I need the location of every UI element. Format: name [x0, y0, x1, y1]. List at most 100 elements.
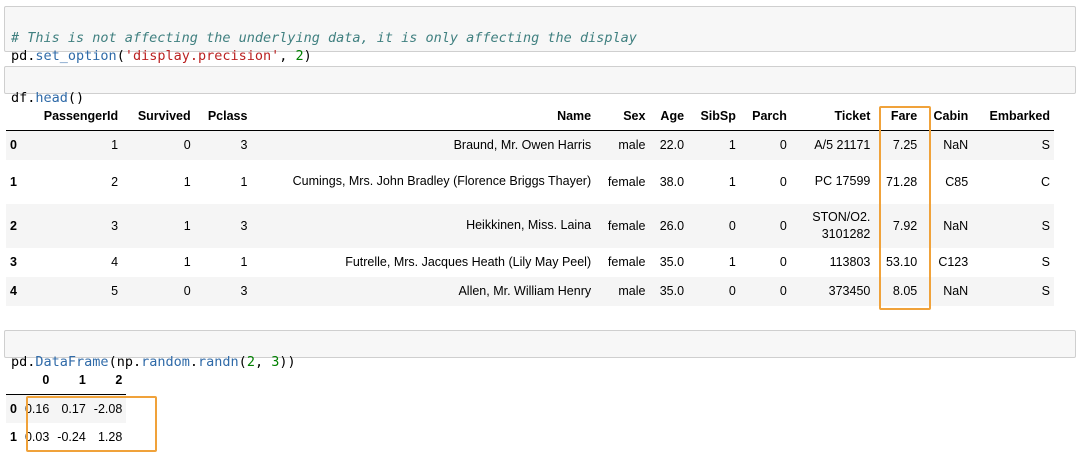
table-cell: 7.92: [892, 218, 918, 233]
code-cell-random-dataframe[interactable]: pd.DataFrame(np.random.randn(2, 3)): [4, 330, 1076, 370]
table-cell: 38.0: [659, 174, 685, 189]
table-cell: 0: [779, 284, 787, 298]
column-header: Sex: [595, 101, 650, 131]
column-header: Survived: [122, 101, 195, 131]
table-cell: 0: [728, 218, 736, 233]
code-token: (: [238, 354, 247, 370]
column-header: 2: [89, 365, 127, 395]
row-index: 0: [10, 401, 17, 416]
table-row: 3 4 1 1 Futrelle, Mrs. Jacques Heath (Lily M…: [6, 248, 1054, 277]
code-comment: # This is not affecting the underlying d…: [11, 30, 637, 46]
code-token: random: [141, 354, 190, 370]
table-cell: 1: [728, 255, 736, 269]
column-header: SibSp: [688, 101, 740, 131]
row-index: 2: [10, 218, 17, 233]
row-index: 1: [10, 429, 17, 444]
code-token: 2: [295, 48, 304, 64]
table-cell: 3: [240, 138, 248, 153]
column-header: 0: [20, 365, 54, 395]
code-token: ): [303, 48, 312, 64]
table-cell: Braund, Mr. Owen Harris: [453, 137, 592, 152]
table-cell: 0: [183, 284, 191, 298]
table-cell: C123: [938, 255, 969, 269]
table-header-row: PassengerId Survived Pclass Name Sex Age SibSp…: [6, 101, 1054, 131]
table-cell: female: [607, 218, 646, 233]
table-cell: 53.10: [885, 255, 918, 269]
table-cell: C85: [945, 174, 969, 189]
column-header: Name: [251, 101, 596, 131]
column-header: PassengerId: [23, 101, 123, 131]
code-token: ,: [254, 354, 272, 370]
index-header: [6, 365, 21, 395]
code-cell-set-precision[interactable]: # This is not affecting the underlying d…: [4, 6, 1076, 64]
code-token: 2: [246, 354, 255, 370]
table-cell: 0.16: [24, 401, 50, 416]
table-cell: 0: [779, 218, 787, 233]
row-index: 3: [10, 255, 17, 269]
code-token: (: [116, 48, 125, 64]
table-cell: 1: [183, 174, 191, 189]
table-cell: female: [607, 174, 646, 189]
table-cell: S: [1041, 138, 1050, 153]
table-row: 1 2 1 1 Cumings, Mrs. John Bradley (Florence…: [6, 160, 1054, 204]
table-cell: 71.28: [885, 174, 918, 189]
table-row: 0 0.16 0.17 -2.08: [6, 394, 127, 423]
table-cell: 1: [111, 138, 119, 153]
table-cell: 8.05: [892, 284, 918, 298]
table-cell: female: [607, 255, 646, 269]
table-cell: 0: [779, 255, 787, 269]
table-cell: 7.25: [892, 138, 918, 153]
table-cell: Cumings, Mrs. John Bradley (Florence Bri…: [292, 174, 592, 188]
table-cell: Heikkinen, Miss. Laina: [466, 218, 592, 232]
table-cell: 1: [183, 218, 191, 233]
titanic-dataframe-output: PassengerId Survived Pclass Name Sex Age SibSp…: [6, 101, 1054, 306]
table-cell: 1: [183, 255, 191, 269]
table-row: 4 5 0 3 Allen, Mr. William Henry male 35.0 0 0 37…: [6, 276, 1054, 306]
table-cell: 0.17: [61, 401, 86, 416]
table-row: 2 3 1 3 Heikkinen, Miss. Laina female 26.0 0 0 ST…: [6, 203, 1054, 248]
table-cell: 35.0: [659, 255, 685, 269]
table-cell: 1: [728, 138, 736, 153]
table-header-row: 012: [6, 365, 127, 395]
table-cell: 3: [240, 284, 248, 298]
column-header: Fare: [874, 101, 922, 131]
column-header: Embarked: [972, 101, 1054, 131]
code-token: pd: [11, 48, 28, 64]
table-cell: 0: [728, 284, 736, 298]
table-cell: 1.28: [97, 429, 123, 444]
table-cell: S: [1041, 284, 1050, 298]
code-cell-df-head[interactable]: df.head(): [4, 66, 1076, 106]
code-token: ,: [279, 48, 296, 64]
table-cell: -0.24: [57, 429, 86, 444]
table-cell: 0.03: [24, 429, 50, 444]
code-token: )): [279, 354, 296, 370]
code-comment-line: # This is not affecting the underlying d…: [11, 29, 1069, 47]
table-cell: 3: [240, 218, 248, 233]
table-cell: 4: [111, 255, 119, 269]
code-line-set-option: pd.set_option('display.precision', 2): [11, 47, 1069, 65]
table-cell: 35.0: [659, 284, 685, 298]
table-cell: 0: [779, 174, 787, 189]
code-token: randn: [198, 354, 239, 370]
row-index: 4: [10, 284, 17, 298]
table-cell: STON/O2. 3101282: [812, 209, 871, 241]
table-cell: S: [1041, 218, 1050, 233]
table-cell: 1: [728, 174, 736, 189]
column-header: 1: [53, 365, 90, 395]
index-header: [6, 101, 24, 131]
column-header: Age: [649, 101, 689, 131]
row-index: 1: [10, 174, 17, 189]
table-cell: 373450: [828, 283, 871, 298]
table-row: 1 0.03 -0.24 1.28: [6, 423, 126, 451]
table-cell: 2: [111, 174, 119, 189]
table-cell: 22.0: [659, 138, 685, 153]
code-token: 'display.precision': [124, 48, 280, 64]
table-cell: Futrelle, Mrs. Jacques Heath (Lily May P…: [345, 254, 592, 269]
code-token: .: [189, 354, 199, 370]
table-cell: 1: [240, 174, 248, 189]
column-header: Parch: [739, 101, 791, 131]
table-cell: NaN: [943, 138, 969, 153]
table-cell: C: [1040, 174, 1050, 189]
random-dataframe-output: 012 0 0.16 0.17 -2.08 1 0.03 -0.24 1.28: [6, 365, 127, 451]
code-token: set_option: [35, 48, 117, 64]
